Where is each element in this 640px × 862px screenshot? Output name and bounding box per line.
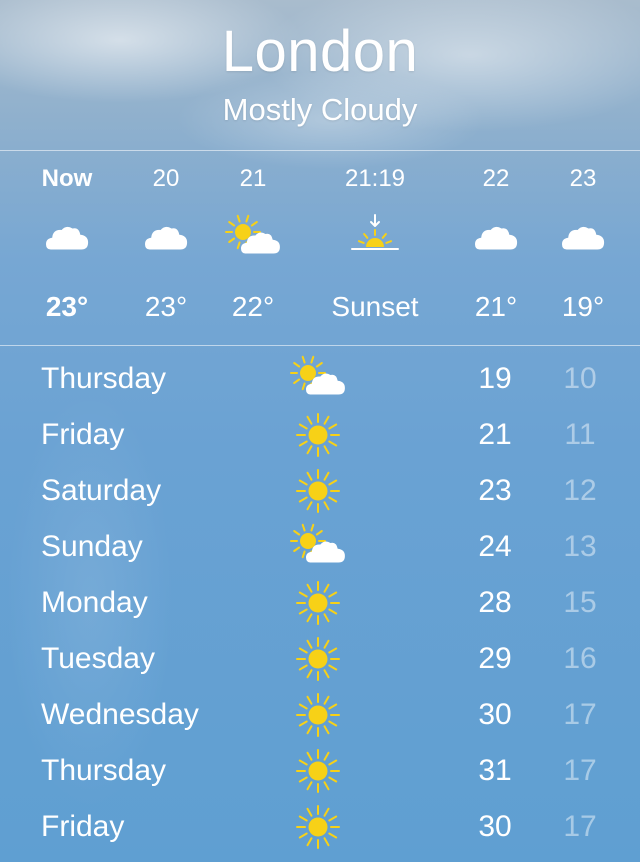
hourly-item: Now 23° [12, 151, 122, 345]
cloud-icon [553, 213, 613, 263]
hourly-time: 21:19 [344, 165, 406, 192]
partly-sunny-icon [288, 354, 348, 404]
current-condition: Mostly Cloudy [222, 92, 418, 127]
sun-icon [288, 466, 348, 516]
daily-high: 23 [478, 474, 512, 507]
sun-icon [288, 746, 348, 796]
header: London Mostly Cloudy [0, 0, 640, 150]
daily-day: Friday [41, 418, 125, 451]
sunset-icon [345, 213, 405, 263]
cloud-icon [466, 213, 526, 263]
daily-row: Friday 21 11 [0, 408, 640, 464]
cloud-icon [37, 213, 97, 263]
partly-sunny-icon [288, 522, 348, 572]
daily-low: 12 [563, 474, 597, 507]
daily-low: 11 [564, 418, 596, 451]
sun-icon [288, 578, 348, 628]
daily-high: 30 [478, 810, 512, 843]
daily-high: 29 [478, 642, 512, 675]
hourly-item: 23 19° [528, 151, 638, 345]
daily-high: 24 [478, 530, 512, 563]
daily-row: Tuesday 29 16 [0, 632, 640, 688]
city-name: London [221, 19, 419, 84]
daily-low: 13 [563, 530, 597, 563]
daily-low: 17 [563, 810, 597, 843]
daily-row: Wednesday 30 17 [0, 688, 640, 744]
daily-low: 17 [563, 698, 597, 731]
daily-day: Monday [41, 586, 148, 619]
daily-row: Thursday 31 17 [0, 744, 640, 800]
daily-day: Thursday [41, 754, 167, 787]
sun-icon [288, 410, 348, 460]
daily-day: Tuesday [41, 642, 155, 675]
divider [0, 345, 640, 346]
daily-low: 17 [563, 754, 597, 787]
hourly-time: 23 [569, 165, 597, 192]
daily-row: Saturday 23 12 [0, 464, 640, 520]
cloud-icon [136, 213, 196, 263]
hourly-time: Now [41, 165, 93, 192]
daily-high: 30 [478, 698, 512, 731]
daily-row: Thursday 19 10 [0, 352, 640, 408]
partly-sunny-icon [223, 213, 283, 263]
daily-row: Monday 28 15 [0, 576, 640, 632]
daily-high: 19 [478, 362, 512, 395]
daily-day: Saturday [41, 474, 162, 507]
daily-day: Thursday [41, 362, 167, 395]
hourly-time: 21 [239, 165, 267, 192]
hourly-temp: 22° [231, 291, 275, 322]
daily-forecast[interactable]: Thursday 19 10 Friday 21 11 Saturday 23 … [0, 352, 640, 856]
hourly-item: 21:19 Sunset [320, 151, 430, 345]
daily-row: Friday 30 17 [0, 800, 640, 856]
daily-row: Sunday 24 13 [0, 520, 640, 576]
sun-icon [288, 634, 348, 684]
daily-high: 31 [478, 754, 512, 787]
hourly-temp: 19° [561, 291, 605, 322]
daily-day: Sunday [41, 530, 143, 563]
hourly-temp: Sunset [331, 291, 419, 322]
hourly-forecast[interactable]: Now 23° 20 23° 21 22° 21:19 Sunset 22 21… [0, 151, 640, 345]
daily-day: Wednesday [41, 698, 199, 731]
daily-day: Friday [41, 810, 125, 843]
daily-low: 16 [563, 642, 597, 675]
hourly-temp: 23° [45, 291, 89, 322]
daily-high: 21 [478, 418, 512, 451]
daily-low: 15 [563, 586, 597, 619]
sun-icon [288, 690, 348, 740]
sun-icon [288, 802, 348, 852]
daily-high: 28 [478, 586, 512, 619]
daily-low: 10 [563, 362, 597, 395]
hourly-item: 21 22° [198, 151, 308, 345]
